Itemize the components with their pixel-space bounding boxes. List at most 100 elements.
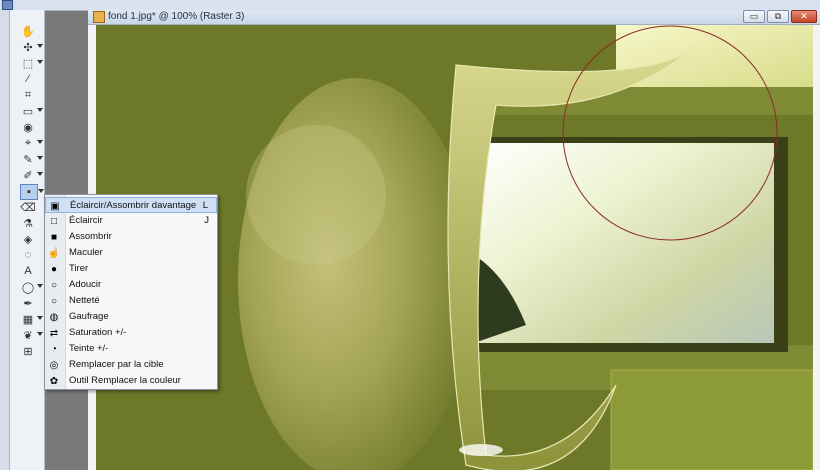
flyout-arrow-icon[interactable]	[38, 189, 44, 193]
flyout-arrow-icon[interactable]	[37, 108, 43, 112]
menu-item-shortcut: J	[204, 215, 209, 226]
menu-item[interactable]: ◎ Remplacer par la cible	[45, 357, 217, 373]
menu-item[interactable]: ▣ Éclaircir/Assombrir davantage L	[45, 197, 217, 213]
menu-item-label: Outil Remplacer la couleur	[69, 375, 181, 386]
menu-item-label: Éclaircir	[69, 215, 103, 226]
dropper-tool[interactable]: ⁄	[20, 72, 36, 86]
eraser-tool[interactable]: ⌫	[20, 200, 36, 214]
flyout-arrow-icon[interactable]	[37, 140, 43, 144]
menu-item[interactable]: ■ Assombrir	[45, 229, 217, 245]
crop-icon: ⌗	[24, 88, 32, 101]
red-eye-icon: ◉	[23, 121, 33, 134]
restore-button[interactable]: ⧉	[767, 10, 789, 23]
flood-fill-icon: ◈	[23, 233, 33, 246]
object-selection-tool[interactable]: ▭	[20, 104, 43, 118]
menu-item-shortcut: L	[202, 200, 208, 211]
menu-item[interactable]: ◔ Teinte +/-	[45, 341, 217, 357]
document-title: fond 1.jpg* @ 100% (Raster 3)	[108, 11, 245, 22]
flyout-arrow-icon[interactable]	[37, 156, 43, 160]
menu-item-label: Tirer	[69, 263, 89, 274]
menu-item-label: Remplacer par la cible	[69, 359, 164, 370]
menu-item[interactable]: ○ Adoucir	[45, 277, 217, 293]
color-replacer-icon: ⚗	[23, 217, 33, 230]
menu-item-label: Éclaircir/Assombrir davantage	[70, 200, 197, 211]
selection-tool[interactable]: ⬚	[20, 56, 43, 70]
color-replacer-tool[interactable]: ⚗	[20, 216, 36, 230]
menu-item[interactable]: ✿ Outil Remplacer la couleur	[45, 373, 217, 389]
document-icon	[93, 11, 105, 23]
text-tool[interactable]: A	[20, 264, 36, 278]
menu-item-label: Adoucir	[69, 279, 102, 290]
menu-item[interactable]: □ Éclaircir J	[45, 213, 217, 229]
flyout-arrow-icon[interactable]	[37, 44, 43, 48]
mesh-warp-tool[interactable]: ⊞	[20, 344, 36, 358]
move-tool[interactable]: ✣	[20, 40, 43, 54]
hue-icon: ◔	[50, 343, 58, 355]
crop-tool[interactable]: ⌗	[20, 88, 36, 102]
pan-icon: ✋	[21, 25, 35, 38]
warp-brush-icon: ▦	[22, 313, 34, 326]
eraser-icon: ⌫	[20, 201, 36, 214]
flood-fill-tool[interactable]: ◈	[20, 232, 36, 246]
menu-item-label: Netteté	[69, 295, 100, 306]
flyout-arrow-icon[interactable]	[37, 60, 43, 64]
selection-icon: ⬚	[22, 57, 34, 70]
saturation-icon: ⇄	[49, 327, 59, 339]
dodge-burn-tool[interactable]: ▪	[20, 184, 44, 200]
menu-item[interactable]: ◍ Gaufrage	[45, 309, 217, 325]
picture-tube-icon: ❦	[23, 329, 33, 342]
textured-square-bottom	[611, 370, 813, 470]
picture-tube-tool[interactable]: ❦	[20, 328, 43, 342]
dodge-icon: □	[50, 215, 58, 227]
tool-flyout-menu: ▣ Éclaircir/Assombrir davantage L □ Éclairci…	[44, 194, 218, 390]
flyout-arrow-icon[interactable]	[37, 332, 43, 336]
change-to-target-icon: ◎	[49, 359, 59, 371]
preset-shape-tool[interactable]: ◯	[20, 280, 43, 294]
push-icon: ●	[50, 263, 58, 275]
emboss-icon: ◍	[49, 311, 59, 323]
glass-sphere	[238, 78, 474, 470]
menu-item-label: Gaufrage	[69, 311, 109, 322]
document-title-bar[interactable]: fond 1.jpg* @ 100% (Raster 3) ▭ ⧉ ✕	[88, 10, 820, 25]
close-button[interactable]: ✕	[791, 10, 817, 23]
menu-item-label: Assombrir	[69, 231, 112, 242]
palette-frame-edge	[0, 10, 10, 470]
menu-item[interactable]: ○ Netteté	[45, 293, 217, 309]
tools-palette: ✋ ✣ ⬚ ⁄ ⌗ ▭ ◉ ⌖ ✎ ✐ ▪ ⌫ ⚗ ◈ ◌ A ◯ ✒ ▦ ❦ ⊞	[0, 10, 45, 470]
menu-item[interactable]: ⇄ Saturation +/-	[45, 325, 217, 341]
airbrush-icon: ◌	[24, 249, 32, 261]
menu-item[interactable]: ☝ Maculer	[45, 245, 217, 261]
airbrush-tool[interactable]: ◌	[20, 248, 36, 262]
menu-item-label: Maculer	[69, 247, 103, 258]
pen-icon: ✒	[23, 297, 33, 310]
flyout-arrow-icon[interactable]	[37, 172, 43, 176]
makeover-tool[interactable]: ⌖	[20, 136, 43, 150]
pan-tool[interactable]: ✋	[20, 24, 36, 38]
text-icon: A	[24, 265, 32, 277]
pen-tool[interactable]: ✒	[20, 296, 36, 310]
flyout-arrow-icon[interactable]	[37, 284, 43, 288]
clone-tool[interactable]: ✎	[20, 152, 43, 166]
paint-brush-icon: ✐	[23, 169, 33, 182]
burn-icon: ■	[50, 231, 58, 243]
smudge-icon: ☝	[47, 247, 61, 259]
sharpen-icon: ○	[50, 295, 58, 307]
paint-brush-tool[interactable]: ✐	[20, 168, 43, 182]
move-icon: ✣	[23, 41, 33, 54]
soften-icon: ○	[50, 279, 58, 291]
makeover-icon: ⌖	[24, 136, 32, 149]
object-selection-icon: ▭	[22, 105, 34, 118]
dodge-burn-icon: ▪	[27, 186, 31, 198]
color-replacer-icon: ✿	[49, 375, 59, 387]
red-eye-tool[interactable]: ◉	[20, 120, 36, 134]
menu-item-label: Saturation +/-	[69, 327, 127, 338]
menu-item-label: Teinte +/-	[69, 343, 109, 354]
flyout-arrow-icon[interactable]	[37, 316, 43, 320]
dodge-burn-icon: ▣	[50, 200, 60, 212]
dropper-icon: ⁄	[27, 73, 29, 85]
minimize-button[interactable]: ▭	[743, 10, 765, 23]
app-icon	[2, 0, 13, 10]
menu-item[interactable]: ● Tirer	[45, 261, 217, 277]
warp-brush-tool[interactable]: ▦	[20, 312, 43, 326]
crescent-shine	[459, 444, 503, 456]
